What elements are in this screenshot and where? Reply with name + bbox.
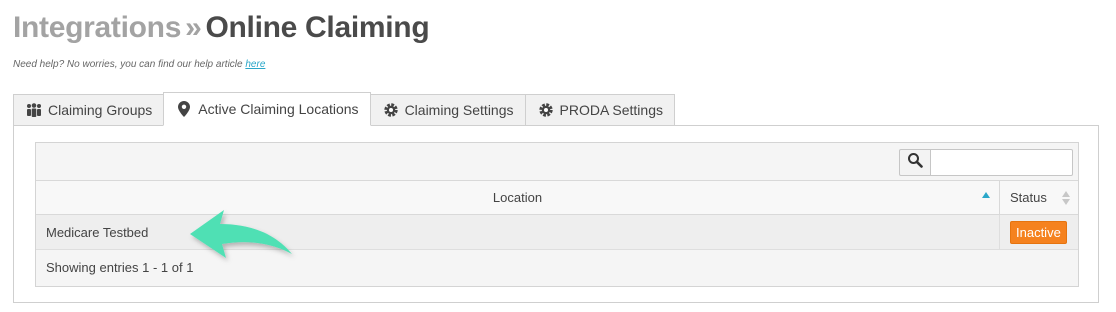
gear-icon [383, 102, 399, 118]
page-heading: Integrations» Online Claiming [13, 10, 430, 46]
tab-label: Active Claiming Locations [198, 101, 359, 117]
help-link[interactable]: here [245, 59, 265, 70]
status-cell: Inactive [1000, 215, 1078, 249]
map-marker-icon [176, 101, 192, 117]
help-text: Need help? No worries, you can find our … [13, 59, 265, 70]
tab-active-claiming-locations[interactable]: Active Claiming Locations [163, 92, 371, 126]
table-toolbar [36, 143, 1078, 181]
users-icon [26, 102, 42, 118]
page-title: Online Claiming [205, 11, 430, 44]
tab-bar: Claiming Groups Active Claiming Location… [13, 92, 675, 126]
help-message: Need help? No worries, you can find our … [13, 59, 243, 70]
sort-ascending-icon [982, 192, 990, 198]
column-label: Status [1010, 190, 1047, 205]
sort-icon [1062, 191, 1070, 207]
tab-claiming-settings[interactable]: Claiming Settings [369, 94, 526, 126]
column-header-status[interactable]: Status [1000, 181, 1078, 214]
search-icon [907, 152, 923, 173]
status-badge[interactable]: Inactive [1010, 220, 1067, 244]
tab-label: Claiming Groups [48, 102, 153, 118]
breadcrumb-separator: » [185, 11, 202, 44]
gear-icon [538, 102, 554, 118]
tab-panel: Location Status Medicare Testbed Inactiv… [13, 125, 1099, 303]
tab-proda-settings[interactable]: PRODA Settings [524, 94, 675, 126]
annotation-arrow-icon [190, 210, 292, 258]
column-label: Location [492, 190, 543, 205]
tab-claiming-groups[interactable]: Claiming Groups [13, 94, 165, 126]
search-button[interactable] [899, 149, 931, 176]
breadcrumb-parent[interactable]: Integrations [13, 11, 181, 44]
tab-label: PRODA Settings [559, 102, 664, 118]
search-input[interactable] [930, 149, 1073, 176]
column-header-location[interactable]: Location [36, 181, 1000, 214]
tab-label: Claiming Settings [404, 102, 514, 118]
location-cell: Medicare Testbed [36, 215, 1000, 249]
